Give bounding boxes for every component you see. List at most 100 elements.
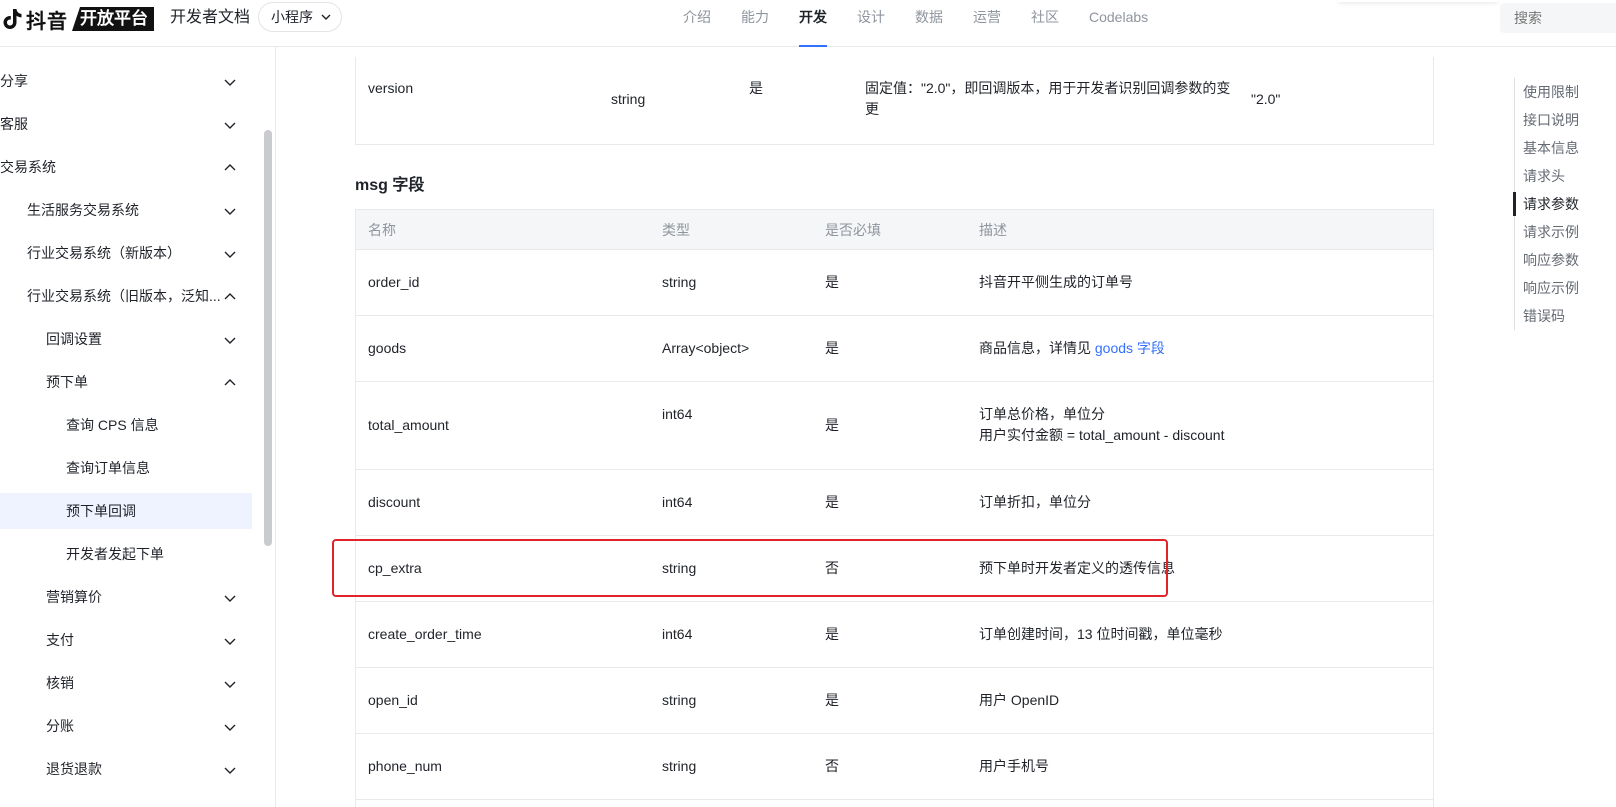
field-required: 是 — [825, 340, 839, 356]
toc-item[interactable]: 错误码 — [1515, 302, 1616, 330]
params-table-top-row: version string 是 固定值："2.0"，即回调版本，用于开发者识别… — [355, 57, 1434, 145]
nav-tab-intro[interactable]: 介绍 — [683, 0, 711, 47]
chevron-down-icon[interactable] — [224, 592, 236, 604]
sidebar-item-label: 行业交易系统（新版本） — [27, 245, 181, 261]
sidebar-item[interactable]: 查询 CPS 信息 — [0, 407, 252, 443]
toc-item[interactable]: 响应示例 — [1515, 274, 1616, 302]
toc-item[interactable]: 基本信息 — [1515, 134, 1616, 162]
field-type: int64 — [662, 406, 693, 422]
sidebar-item-label: 交易系统 — [0, 159, 56, 175]
sidebar-item[interactable]: 分账 — [0, 708, 252, 744]
main-content: version string 是 固定值："2.0"，即回调版本，用于开发者识别… — [276, 47, 1436, 807]
logo-text: 抖音 — [26, 10, 68, 33]
chevron-up-icon[interactable] — [224, 291, 236, 303]
field-desc: 订单创建时间，13 位时间戳，单位毫秒 — [979, 624, 1222, 645]
chevron-up-icon[interactable] — [224, 162, 236, 174]
field-desc: 订单总价格，单位分 — [979, 404, 1105, 425]
chevron-up-icon[interactable] — [224, 377, 236, 389]
nav-tab-develop[interactable]: 开发 — [799, 0, 827, 47]
field-name: order_id — [368, 274, 420, 290]
nav-tab-codelabs[interactable]: Codelabs — [1089, 0, 1148, 47]
table-row: total_amount int64 是 订单总价格，单位分 用户实付金额 = tota… — [356, 382, 1433, 470]
sidebar-item-label: 行业交易系统（旧版本，泛知... — [27, 288, 221, 304]
sidebar-item[interactable]: 查询订单信息 — [0, 450, 252, 486]
chevron-down-icon[interactable] — [224, 635, 236, 647]
column-header-required: 是否必填 — [825, 222, 881, 238]
field-desc-text: 抖音开平侧生成的订单号 — [979, 274, 1133, 290]
sidebar-item[interactable]: 退货退款 — [0, 751, 252, 787]
doc-title[interactable]: 开发者文档 — [170, 8, 250, 28]
field-desc: 抖音开平侧生成的订单号 — [979, 272, 1133, 293]
chevron-down-icon[interactable] — [224, 119, 236, 131]
sidebar-item[interactable]: 预下单回调 — [0, 493, 252, 529]
field-desc-text: 用户 OpenID — [979, 692, 1060, 708]
field-desc-text: 订单总价格，单位分 — [979, 406, 1105, 422]
header-shadow — [1338, 0, 1498, 2]
field-type: string — [662, 692, 697, 708]
param-name: version — [368, 80, 414, 96]
column-header-type: 类型 — [662, 222, 690, 238]
sidebar-item-label: 客服 — [0, 116, 28, 132]
chevron-down-icon[interactable] — [224, 205, 236, 217]
nav-tab-data[interactable]: 数据 — [915, 0, 943, 47]
nav-tab-ability[interactable]: 能力 — [741, 0, 769, 47]
sidebar-item-label: 查询 CPS 信息 — [66, 417, 159, 433]
toc-item[interactable]: 请求示例 — [1515, 218, 1616, 246]
toc-item[interactable]: 使用限制 — [1515, 78, 1616, 106]
toc-item[interactable]: 响应参数 — [1515, 246, 1616, 274]
sidebar-item[interactable]: 开发者发起下单 — [0, 536, 252, 572]
field-required: 是 — [825, 626, 839, 642]
nav-tab-design[interactable]: 设计 — [857, 0, 885, 47]
sidebar-item[interactable]: 行业交易系统（旧版本，泛知... — [0, 278, 252, 314]
sidebar-item[interactable]: 行业交易系统（新版本） — [0, 235, 252, 271]
sidebar-item[interactable]: 客服 — [0, 106, 252, 142]
field-required: 否 — [825, 758, 839, 774]
nav-tab-operation[interactable]: 运营 — [973, 0, 1001, 47]
msg-fields-table: 名称 类型 是否必填 描述 order_id string 是抖音开平侧生成的订单号… — [355, 209, 1434, 807]
chevron-down-icon[interactable] — [224, 764, 236, 776]
sidebar-item-label: 查询订单信息 — [66, 460, 150, 476]
field-desc-text: 订单折扣，单位分 — [979, 494, 1091, 510]
sidebar: 分享客服交易系统生活服务交易系统行业交易系统（新版本） 行业交易系统（旧版本，泛知… — [0, 47, 276, 807]
field-type: string — [662, 274, 697, 290]
sidebar-item[interactable]: 分享 — [0, 63, 252, 99]
chevron-down-icon[interactable] — [224, 678, 236, 690]
field-name: create_order_time — [368, 626, 482, 642]
table-row: order_id string 是 抖音开平侧生成的订单号 — [356, 250, 1433, 316]
column-header-name: 名称 — [368, 222, 396, 238]
field-name: goods — [368, 340, 407, 356]
field-desc-text: 订单创建时间，13 位时间戳，单位毫秒 — [979, 626, 1223, 642]
chevron-down-icon[interactable] — [224, 334, 236, 346]
field-name: discount — [368, 494, 421, 510]
sidebar-item[interactable]: 核销 — [0, 665, 252, 701]
toc-item[interactable]: 请求参数 — [1513, 190, 1616, 218]
sidebar-scrollbar[interactable] — [264, 130, 272, 546]
sidebar-item[interactable]: 预下单 — [0, 364, 252, 400]
sidebar-item[interactable]: 营销算价 — [0, 579, 252, 615]
logo-badge: 开放平台 — [72, 7, 154, 31]
search-input[interactable] — [1500, 3, 1616, 33]
field-required: 是 — [825, 494, 839, 510]
param-required: 是 — [749, 80, 763, 96]
sidebar-item-label: 退货退款 — [46, 761, 102, 777]
top-header: 抖音 开放平台 开发者文档 小程序 介绍 能力 开发 设计 数据 运营 社区 Codelabs — [0, 0, 1616, 47]
field-type: string — [662, 758, 697, 774]
sidebar-item[interactable]: 回调设置 — [0, 321, 252, 357]
field-desc-text: 用户手机号 — [979, 758, 1049, 774]
toc-item[interactable]: 接口说明 — [1515, 106, 1616, 134]
nav-tab-community[interactable]: 社区 — [1031, 0, 1059, 47]
goods-field-link[interactable]: goods 字段 — [1095, 340, 1165, 356]
field-type: int64 — [662, 494, 693, 510]
product-select[interactable]: 小程序 — [258, 2, 342, 32]
chevron-down-icon[interactable] — [224, 76, 236, 88]
sidebar-item[interactable]: 生活服务交易系统 — [0, 192, 252, 228]
field-name: open_id — [368, 692, 418, 708]
sidebar-item[interactable]: 支付 — [0, 622, 252, 658]
chevron-down-icon[interactable] — [224, 721, 236, 733]
column-header-desc: 描述 — [979, 222, 1007, 238]
toc-item[interactable]: 请求头 — [1515, 162, 1616, 190]
douyin-logo[interactable]: 抖音 开放平台 — [0, 6, 154, 33]
chevron-down-icon[interactable] — [224, 248, 236, 260]
sidebar-item-label: 分账 — [46, 718, 74, 734]
sidebar-item[interactable]: 交易系统 — [0, 149, 252, 185]
